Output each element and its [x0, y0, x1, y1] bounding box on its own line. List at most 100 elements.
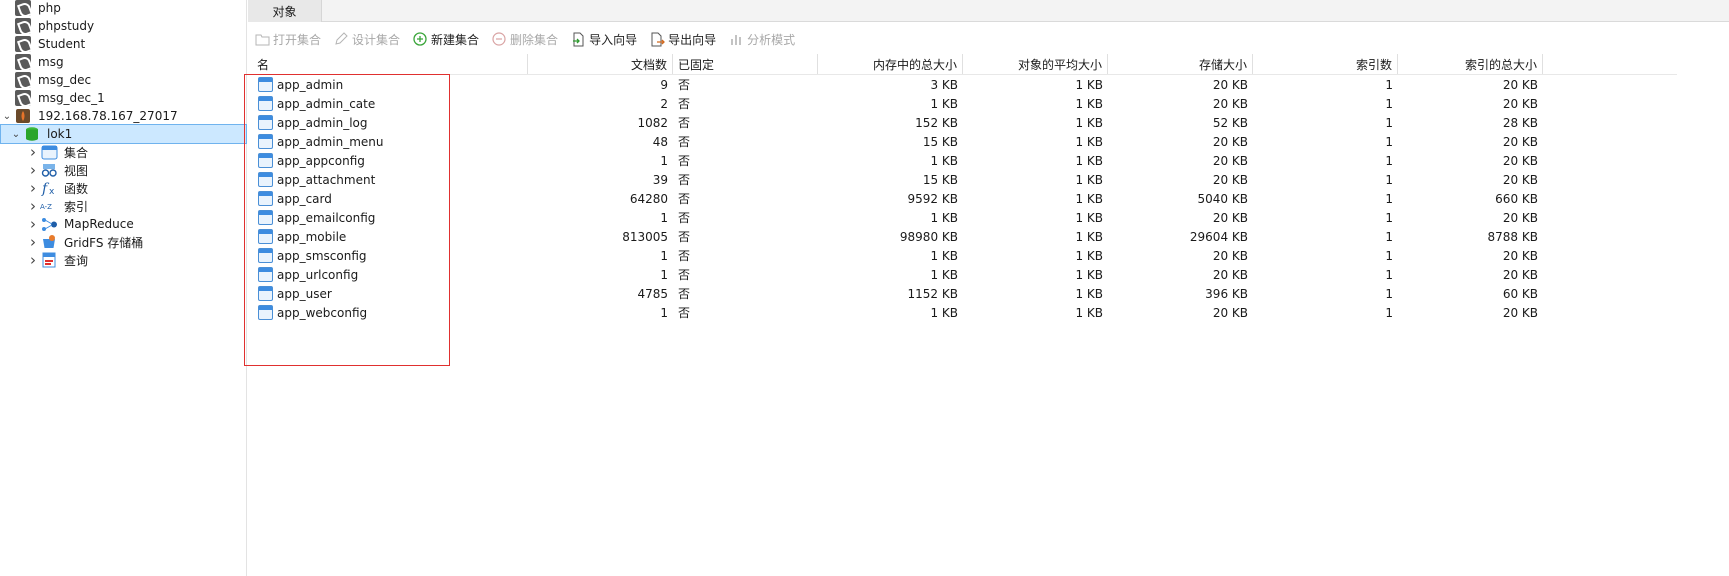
tree-item-gridfs[interactable]: › GridFS 存储桶	[0, 232, 247, 252]
header-col-total-size[interactable]: 内存中的总大小	[818, 54, 963, 74]
table-row[interactable]: app_admin_menu 48 否 15 KB 1 KB 20 KB 1 20 KB	[252, 132, 1677, 151]
table-row[interactable]: app_urlconfig 1 否 1 KB 1 KB 20 KB 1 20 KB	[252, 265, 1677, 284]
table-row[interactable]: app_emailconfig 1 否 1 KB 1 KB 20 KB 1 20 KB	[252, 208, 1677, 227]
chevron-right-icon[interactable]: ›	[26, 215, 40, 233]
header-col-index-count[interactable]: 索引数	[1253, 54, 1398, 74]
mongodb-db-icon	[14, 89, 32, 107]
cell-storage-size: 20 KB	[1212, 134, 1248, 149]
table-row[interactable]: app_user 4785 否 1152 KB 1 KB 396 KB 1 60 KB	[252, 284, 1677, 303]
cell-doc-count: 4785	[637, 286, 668, 301]
import-wizard-label: 导入向导	[589, 32, 638, 47]
cell-total-size: 1 KB	[930, 96, 958, 111]
cell-capped: 否	[678, 192, 691, 206]
tree-item-student[interactable]: Student	[0, 34, 247, 54]
chevron-right-icon[interactable]: ›	[26, 179, 40, 197]
tree-item-node-14[interactable]: › 查询	[0, 250, 247, 270]
cell-index-count: 1	[1385, 134, 1393, 149]
cell-index-count: 1	[1385, 267, 1393, 282]
table-row[interactable]: app_card 64280 否 9592 KB 1 KB 5040 KB 1 660 KB	[252, 189, 1677, 208]
header-col-index-size[interactable]: 索引的总大小	[1398, 54, 1543, 74]
tree-item-msg[interactable]: msg	[0, 52, 247, 72]
chevron-right-icon[interactable]: ›	[26, 143, 40, 161]
cell-index-size: 20 KB	[1502, 305, 1538, 320]
header-col-storage-size[interactable]: 存储大小	[1108, 54, 1253, 74]
table-row[interactable]: app_appconfig 1 否 1 KB 1 KB 20 KB 1 20 KB	[252, 151, 1677, 170]
tree-item-node-11[interactable]: › A-Z 索引	[0, 196, 247, 216]
table-row[interactable]: app_admin 9 否 3 KB 1 KB 20 KB 1 20 KB	[252, 75, 1677, 94]
cell-avg-obj-size: 1 KB	[1075, 115, 1103, 130]
table-row[interactable]: app_admin_cate 2 否 1 KB 1 KB 20 KB 1 20 KB	[252, 94, 1677, 113]
mongodb-db-icon	[14, 35, 32, 53]
mongodb-db-icon	[14, 53, 32, 71]
chevron-down-icon[interactable]: ⌄	[0, 111, 14, 122]
header-col-avg-obj-size[interactable]: 对象的平均大小	[963, 54, 1108, 74]
cell-avg-obj-size: 1 KB	[1075, 267, 1103, 282]
tree-item-node-10[interactable]: › f x 函数	[0, 178, 247, 198]
chevron-right-icon[interactable]: ›	[26, 197, 40, 215]
chevron-right-icon[interactable]: ›	[26, 161, 40, 179]
cell-doc-count: 64280	[629, 191, 668, 206]
cell-avg-obj-size: 1 KB	[1075, 134, 1103, 149]
cell-storage-size: 20 KB	[1212, 153, 1248, 168]
new-collection-button[interactable]: 新建集合	[412, 31, 479, 48]
cell-avg-obj-size: 1 KB	[1075, 210, 1103, 225]
cell-doc-count: 1	[660, 305, 668, 320]
table-row[interactable]: app_smsconfig 1 否 1 KB 1 KB 20 KB 1 20 KB	[252, 246, 1677, 265]
tree-item-label: phpstudy	[38, 19, 95, 33]
cell-avg-obj-size: 1 KB	[1075, 191, 1103, 206]
delete-collection-button[interactable]: 删除集合	[491, 31, 558, 48]
tree-item-lok1[interactable]: ⌄ lok1	[0, 124, 247, 144]
tree-item-msg-dec-1[interactable]: msg_dec_1	[0, 88, 247, 108]
tree-item-node-9[interactable]: › 视图	[0, 160, 247, 180]
design-collection-button[interactable]: 设计集合	[333, 31, 400, 48]
tree-item-label: 视图	[64, 163, 89, 178]
cell-capped: 否	[678, 78, 691, 92]
tree-item-phpstudy[interactable]: phpstudy	[0, 16, 247, 36]
tree-item-label: php	[38, 1, 61, 15]
analyze-schema-button[interactable]: 分析模式	[728, 31, 795, 48]
tab-objects[interactable]: 对象	[248, 0, 322, 22]
cell-capped: 否	[678, 97, 691, 111]
cell-avg-obj-size: 1 KB	[1075, 305, 1103, 320]
header-col-name[interactable]: 名	[252, 54, 528, 74]
views-icon	[40, 161, 58, 179]
table-row[interactable]: app_mobile 813005 否 98980 KB 1 KB 29604 KB 1 87…	[252, 227, 1677, 246]
index-icon: A-Z	[40, 197, 58, 215]
tree-item-label: msg	[38, 55, 64, 69]
table-row[interactable]: app_admin_log 1082 否 152 KB 1 KB 52 KB 1 28 KB	[252, 113, 1677, 132]
chevron-down-icon[interactable]: ⌄	[9, 129, 23, 140]
tree-item-label: 192.168.78.167_27017	[38, 109, 178, 123]
cell-index-count: 1	[1385, 191, 1393, 206]
open-collection-button[interactable]: 打开集合	[254, 31, 321, 48]
tree-item-mapreduce[interactable]: › MapReduce	[0, 214, 247, 234]
cell-total-size: 1 KB	[930, 267, 958, 282]
cell-storage-size: 20 KB	[1212, 210, 1248, 225]
svg-text:x: x	[49, 187, 55, 196]
chevron-right-icon[interactable]: ›	[26, 233, 40, 251]
tree-item-192-168-78-167-27017[interactable]: ⌄ 192.168.78.167_27017	[0, 106, 247, 126]
cell-storage-size: 5040 KB	[1197, 191, 1248, 206]
import-wizard-button[interactable]: 导入向导	[570, 31, 637, 48]
cell-capped: 否	[678, 211, 691, 225]
chevron-right-icon[interactable]: ›	[26, 251, 40, 269]
cell-doc-count: 39	[652, 172, 668, 187]
cell-doc-count: 1	[660, 267, 668, 282]
cell-doc-count: 1082	[637, 115, 668, 130]
navigator-sidebar: php phpstudy Student msg msg_dec msg_dec_1 ⌄ 19…	[0, 0, 247, 576]
tree-item-node-8[interactable]: › 集合	[0, 142, 247, 162]
cell-index-size: 20 KB	[1502, 77, 1538, 92]
collections-icon	[40, 143, 58, 161]
tree-item-msg-dec[interactable]: msg_dec	[0, 70, 247, 90]
cell-index-size: 20 KB	[1502, 248, 1538, 263]
export-icon	[649, 31, 665, 47]
cell-index-count: 1	[1385, 115, 1393, 130]
table-row[interactable]: app_attachment 39 否 15 KB 1 KB 20 KB 1 20 KB	[252, 170, 1677, 189]
cell-capped: 否	[678, 306, 691, 320]
table-row[interactable]: app_webconfig 1 否 1 KB 1 KB 20 KB 1 20 KB	[252, 303, 1677, 322]
header-col-doc-count[interactable]: 文档数	[528, 54, 673, 74]
cell-index-count: 1	[1385, 248, 1393, 263]
export-wizard-button[interactable]: 导出向导	[649, 31, 716, 48]
plus-circle-icon	[412, 31, 428, 47]
new-collection-label: 新建集合	[431, 32, 480, 47]
header-col-capped[interactable]: 已固定	[673, 54, 818, 74]
